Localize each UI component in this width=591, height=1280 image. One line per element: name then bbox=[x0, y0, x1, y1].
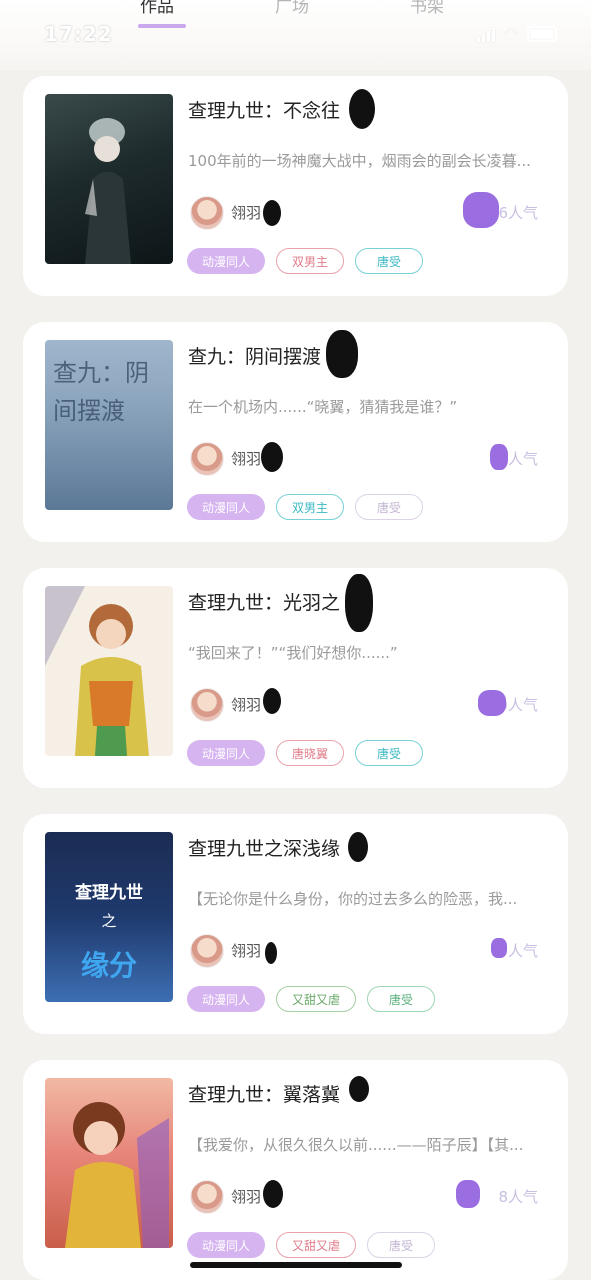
book-cover: 查理九世 之 缘分 bbox=[45, 832, 173, 1002]
cover-illustration bbox=[45, 586, 149, 756]
tag[interactable]: 又甜又虐 bbox=[276, 986, 357, 1012]
tag-list: 动漫同人 唐晓翼 唐受 bbox=[187, 740, 424, 766]
tab-works[interactable]: 作品 bbox=[140, 0, 174, 17]
cover-text: 查九：阴间摆渡 bbox=[53, 359, 149, 425]
tag-list: 动漫同人 又甜又虐 唐受 bbox=[187, 986, 436, 1012]
popularity-value: 8 bbox=[498, 1188, 508, 1206]
status-icons: ◠ bbox=[476, 26, 557, 42]
active-tab-indicator bbox=[138, 24, 186, 28]
tag[interactable]: 又甜又虐 bbox=[276, 1232, 357, 1258]
popularity-label: 人气 bbox=[507, 450, 538, 468]
redaction-mark bbox=[478, 690, 506, 716]
tag[interactable]: 唐受 bbox=[355, 740, 424, 766]
author-name[interactable]: 翎羽 bbox=[231, 694, 261, 715]
redaction-mark bbox=[490, 444, 508, 470]
work-card[interactable]: 查理九世 之 缘分 查理九世之深浅缘 【无论你是什么身份，你的过去多么的险恶，我… bbox=[23, 814, 568, 1034]
cover-illustration bbox=[85, 118, 131, 264]
work-description: 【我爱你，从很久很久以前......——陌子辰】【其... bbox=[188, 1136, 524, 1154]
work-description: 【无论你是什么身份，你的过去多么的险恶，我... bbox=[188, 890, 518, 908]
work-description: 在一个机场内......“晓翼，猜猜我是谁？” bbox=[188, 398, 458, 416]
work-title[interactable]: 查九：阴间摆渡 bbox=[188, 342, 321, 369]
cover-text-top: 查理九世 bbox=[75, 883, 143, 903]
popularity-label: 人气 bbox=[507, 696, 538, 714]
redaction-mark bbox=[263, 688, 281, 714]
redaction-mark bbox=[456, 1180, 480, 1208]
author-avatar[interactable] bbox=[190, 1180, 224, 1214]
tag[interactable]: 双男主 bbox=[276, 494, 345, 520]
redaction-mark bbox=[349, 89, 375, 129]
home-indicator[interactable] bbox=[190, 1262, 402, 1268]
redaction-mark bbox=[348, 832, 368, 862]
status-time: 17:22 bbox=[44, 22, 113, 46]
signal-icon bbox=[476, 26, 495, 42]
tag[interactable]: 唐受 bbox=[355, 494, 424, 520]
redaction-mark bbox=[263, 200, 281, 226]
wifi-icon: ◠ bbox=[504, 26, 517, 42]
battery-icon bbox=[527, 26, 557, 42]
tag[interactable]: 唐晓翼 bbox=[276, 740, 345, 766]
popularity: 6人气 bbox=[498, 202, 538, 223]
tag[interactable]: 唐受 bbox=[355, 248, 424, 274]
book-cover bbox=[45, 586, 173, 756]
work-title[interactable]: 查理九世：翼落冀 bbox=[188, 1080, 340, 1107]
tag[interactable]: 动漫同人 bbox=[187, 494, 266, 520]
redaction-mark bbox=[326, 330, 358, 378]
tag[interactable]: 动漫同人 bbox=[187, 248, 266, 274]
work-card[interactable]: 查九：阴间摆渡 查九：阴间摆渡 在一个机场内......“晓翼，猜猜我是谁？” … bbox=[23, 322, 568, 542]
author-name[interactable]: 翎羽 bbox=[231, 202, 261, 223]
work-description: 100年前的一场神魔大战中，烟雨会的副会长凌暮... bbox=[188, 152, 531, 170]
author-name[interactable]: 翎羽 bbox=[231, 1186, 261, 1207]
work-card[interactable]: 查理九世：不念往 100年前的一场神魔大战中，烟雨会的副会长凌暮... 翎羽 6… bbox=[23, 76, 568, 296]
redaction-mark bbox=[349, 1076, 369, 1102]
tag[interactable]: 动漫同人 bbox=[187, 986, 266, 1012]
cover-text-bottom: 缘分 bbox=[80, 949, 137, 982]
book-cover bbox=[45, 1078, 173, 1248]
redaction-mark bbox=[261, 442, 283, 472]
tab-bookshelf[interactable]: 书架 bbox=[410, 0, 444, 17]
tag-list: 动漫同人 又甜又虐 唐受 bbox=[187, 1232, 436, 1258]
tag[interactable]: 动漫同人 bbox=[187, 1232, 266, 1258]
popularity-value: 6 bbox=[498, 204, 508, 222]
popularity-label: 人气 bbox=[507, 1188, 538, 1206]
tab-square[interactable]: 广场 bbox=[275, 0, 309, 17]
author-name[interactable]: 翎羽 bbox=[231, 448, 261, 469]
work-description: “我回来了！”“我们好想你......” bbox=[188, 644, 398, 662]
redaction-mark bbox=[263, 1180, 283, 1208]
book-cover bbox=[45, 94, 173, 264]
redaction-mark bbox=[265, 942, 277, 964]
tag[interactable]: 双男主 bbox=[276, 248, 345, 274]
redaction-mark bbox=[463, 192, 499, 228]
redaction-mark bbox=[345, 574, 373, 632]
tag-list: 动漫同人 双男主 唐受 bbox=[187, 494, 424, 520]
work-title[interactable]: 查理九世：不念往 bbox=[188, 96, 340, 123]
cover-illustration bbox=[65, 1102, 169, 1248]
tag[interactable]: 唐受 bbox=[367, 986, 436, 1012]
work-card[interactable]: 查理九世：翼落冀 【我爱你，从很久很久以前......——陌子辰】【其... 翎… bbox=[23, 1060, 568, 1280]
tag-list: 动漫同人 双男主 唐受 bbox=[187, 248, 424, 274]
work-card[interactable]: 查理九世：光羽之 “我回来了！”“我们好想你......” 翎羽 20人气 动漫… bbox=[23, 568, 568, 788]
tag[interactable]: 动漫同人 bbox=[187, 740, 266, 766]
cover-text-mid: 之 bbox=[101, 912, 117, 930]
author-avatar[interactable] bbox=[190, 934, 224, 968]
author-avatar[interactable] bbox=[190, 196, 224, 230]
popularity: 8人气 bbox=[498, 1186, 538, 1207]
work-title[interactable]: 查理九世之深浅缘 bbox=[188, 834, 340, 861]
work-title[interactable]: 查理九世：光羽之 bbox=[188, 588, 340, 615]
popularity-label: 人气 bbox=[507, 204, 538, 222]
redaction-mark bbox=[491, 938, 507, 958]
author-avatar[interactable] bbox=[190, 442, 224, 476]
popularity-label: 人气 bbox=[507, 942, 538, 960]
author-name[interactable]: 翎羽 bbox=[231, 940, 261, 961]
tag[interactable]: 唐受 bbox=[367, 1232, 436, 1258]
book-cover: 查九：阴间摆渡 bbox=[45, 340, 173, 510]
author-avatar[interactable] bbox=[190, 688, 224, 722]
